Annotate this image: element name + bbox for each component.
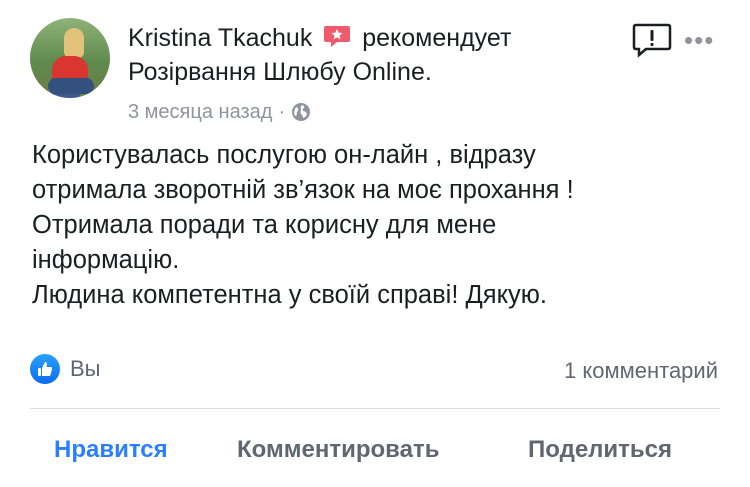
post-meta: 3 месяца назад ·: [128, 98, 311, 126]
meta-separator: ·: [278, 101, 286, 123]
like-icon: [30, 354, 60, 384]
recommends-text: рекомендует: [362, 24, 512, 52]
post-body-line: інформацію.: [32, 246, 180, 274]
report-icon[interactable]: [632, 22, 672, 58]
like-button[interactable]: Нравится: [54, 432, 168, 468]
post-actions: Нравится Комментировать Поделиться: [0, 432, 750, 472]
post-body-line: отримала зворотній зв’язок на моє прохан…: [32, 176, 574, 204]
share-button[interactable]: Поделиться: [528, 432, 672, 468]
post-body-line: Отримала поради та корисну для мене: [32, 211, 497, 239]
recommend-badge-icon: [324, 26, 351, 47]
reactors-text: Вы: [70, 356, 101, 381]
avatar-legs: [48, 78, 94, 94]
actions-divider: [30, 408, 720, 409]
post-header-line2: Розірвання Шлюбу Online.: [128, 56, 432, 88]
page-name[interactable]: Розірвання Шлюбу Online.: [128, 58, 432, 86]
author-name[interactable]: Kristina Tkachuk: [128, 24, 312, 52]
author-avatar[interactable]: [30, 18, 110, 98]
post-header-line1: Kristina Tkachuk рекомендует: [128, 22, 511, 54]
more-options-icon[interactable]: •••: [684, 24, 714, 56]
comment-button[interactable]: Комментировать: [237, 432, 439, 468]
post-body: Користувалась послугою он-лайн , відразу…: [32, 138, 732, 313]
comments-count[interactable]: 1 комментарий: [564, 356, 718, 386]
reactions-summary[interactable]: Вы: [30, 354, 101, 384]
post-body-line: Користувалась послугою он-лайн , відразу: [32, 141, 536, 169]
post-body-line: Людина компетентна у своїй справі! Дякую…: [32, 281, 547, 309]
avatar-hair: [64, 28, 84, 58]
post-timestamp[interactable]: 3 месяца назад: [128, 98, 272, 126]
globe-icon: [292, 103, 311, 121]
